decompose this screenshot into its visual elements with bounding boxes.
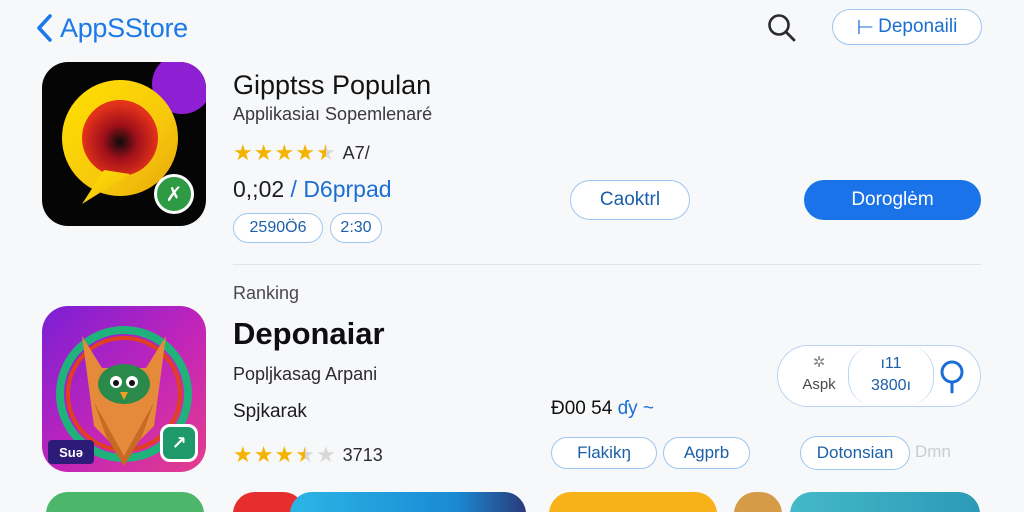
info-chip[interactable]: Agprb: [663, 437, 750, 469]
trend-icon: ↗: [160, 424, 198, 462]
app-title[interactable]: Gipptss Populan: [233, 70, 431, 101]
app-title[interactable]: Deponaiar: [233, 316, 385, 352]
app-price: Ð00 54 ɗy ~: [551, 398, 654, 420]
info-chip[interactable]: Flakikŋ: [551, 437, 657, 469]
app-icon-peek[interactable]: [549, 492, 717, 512]
chevron-left-icon: [37, 14, 52, 42]
segment-middle-bottom: 3800ı: [870, 377, 912, 394]
app-icon-peek[interactable]: [46, 492, 204, 512]
secondary-button[interactable]: Caoktrl: [570, 180, 690, 220]
rating-value: A7/: [342, 142, 370, 163]
sparkle-icon: ✲: [812, 354, 826, 371]
segment-search[interactable]: [932, 354, 972, 398]
star-icon: ★: [253, 140, 274, 165]
segment-middle-top: ı11: [880, 355, 902, 372]
star-icon: ★: [253, 442, 274, 467]
back-label: AppSStore: [60, 12, 188, 43]
price-link[interactable]: ɗy ~: [618, 398, 654, 419]
segment-middle[interactable]: ı11 3800ı: [848, 346, 934, 405]
overflow-label: Dmn: [915, 442, 951, 461]
star-icon: ★: [274, 442, 295, 467]
app-icon-peek[interactable]: [790, 492, 980, 512]
top-pill-label: Deponaili: [878, 16, 958, 37]
pipe-icon: ⊢: [856, 16, 875, 39]
app-price: 0,;02 / D6prpad: [233, 176, 392, 203]
segment-left[interactable]: ✲ Aspk: [794, 352, 844, 396]
star-icon: ★: [233, 140, 253, 165]
search-icon: [768, 14, 796, 42]
app-icon-featured[interactable]: ✗: [42, 62, 206, 226]
back-button[interactable]: AppSStore: [34, 12, 188, 44]
info-chip[interactable]: 2:30: [330, 213, 382, 243]
top-action-pill[interactable]: ⊢ Deponaili: [832, 9, 982, 45]
star-icon: ★: [295, 140, 315, 165]
search-icon: [940, 360, 964, 394]
action-button[interactable]: Dotonsian: [800, 436, 910, 470]
section-label: Ranking: [233, 283, 300, 303]
download-button[interactable]: Doroglėm: [804, 180, 981, 220]
price-link[interactable]: / D6prpad: [291, 176, 392, 202]
app-icon-peek[interactable]: [734, 492, 782, 512]
app-rating: ★ ★ ★ ★ ★ A7/: [233, 142, 370, 164]
app-rating: ★ ★ ★ ★ ★ 3713: [233, 444, 383, 466]
info-chip[interactable]: 2590Ö6: [233, 213, 323, 243]
star-empty-icon: ★: [315, 442, 336, 467]
star-half-icon: ★: [295, 442, 315, 467]
app-subtitle: Applikasiaı Sopemlenaré: [233, 104, 433, 124]
app-badge-icon: ✗: [154, 174, 194, 214]
price-value: 0,;02: [233, 176, 285, 202]
app-developer[interactable]: Spjkarak: [233, 401, 307, 423]
app-icon-second[interactable]: ↗ Suə: [42, 306, 206, 472]
star-icon: ★: [233, 442, 253, 467]
star-icon: ★: [274, 140, 295, 165]
segmented-control: ✲ Aspk ı11 3800ı: [777, 345, 981, 407]
price-value: Ð00 54: [551, 398, 613, 419]
app-icon-peek[interactable]: [290, 492, 526, 512]
app-tag: Suə: [48, 440, 94, 464]
app-subtitle: Popljkasag Arpani: [233, 364, 378, 384]
rating-value: 3713: [342, 444, 383, 465]
divider: [233, 264, 981, 265]
segment-left-label: Aspk: [802, 376, 836, 393]
top-bar: AppSStore ⊢ Deponaili: [0, 0, 1024, 56]
star-half-icon: ★: [315, 140, 336, 165]
search-button[interactable]: [764, 10, 800, 46]
